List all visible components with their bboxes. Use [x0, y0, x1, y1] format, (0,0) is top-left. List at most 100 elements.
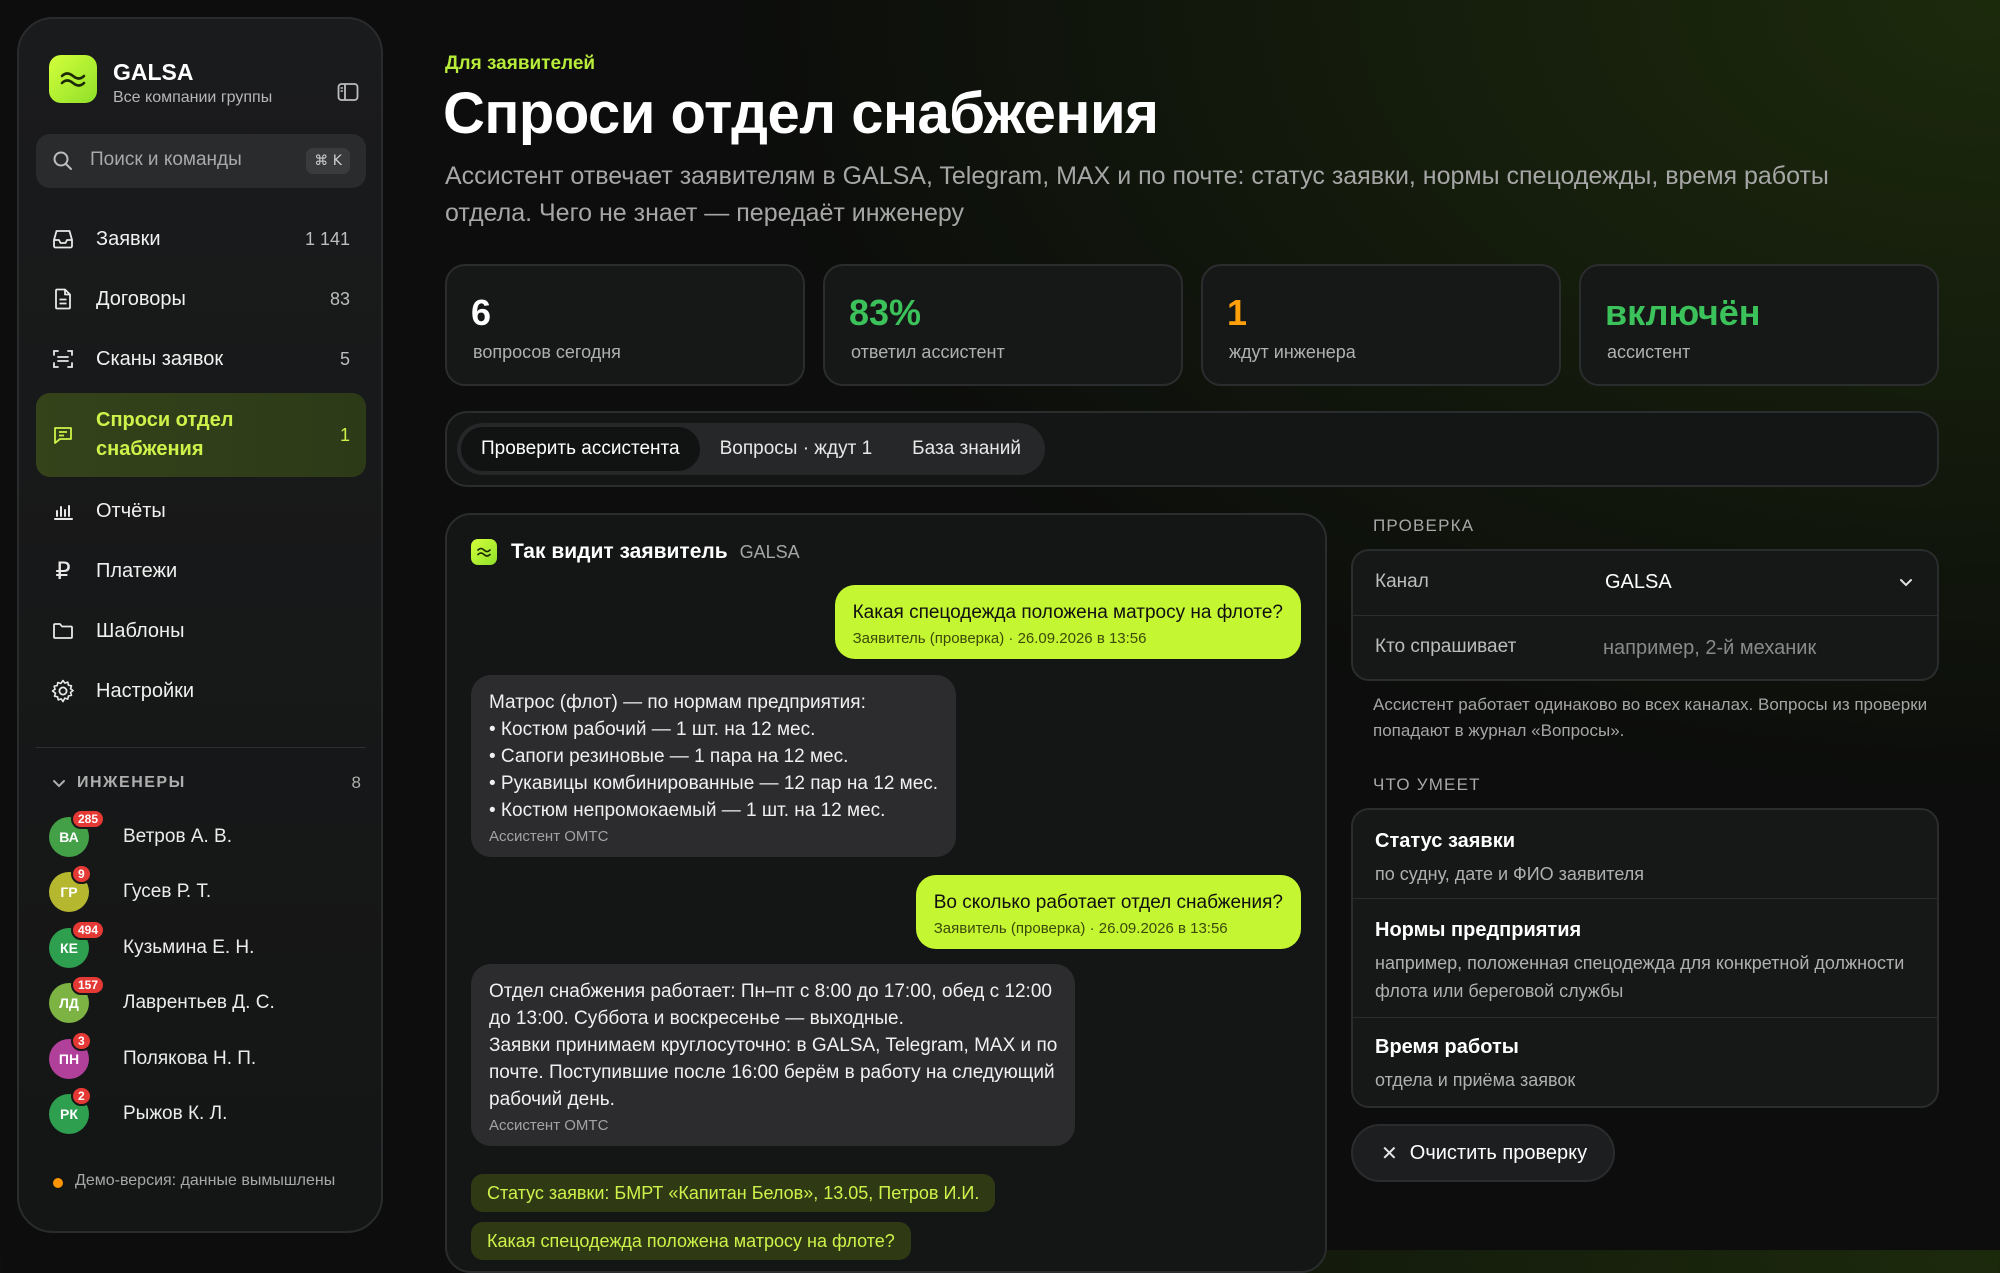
- stat-value: включён: [1605, 292, 1761, 333]
- avatar: ЛД 157: [49, 975, 106, 1024]
- sidebar-item-count: 1 141: [304, 228, 350, 249]
- tab-test-assistant[interactable]: Проверить ассистента: [461, 427, 700, 471]
- engineer-item[interactable]: КЕ 494 Кузьмина Е. Н.: [49, 919, 369, 976]
- engineer-item[interactable]: ПН 3 Полякова Н. П.: [49, 1030, 369, 1087]
- sidebar-item-templates[interactable]: Шаблоны: [36, 601, 366, 661]
- avatar-initials: ПН: [58, 1050, 80, 1067]
- user-message: Какая спецодежда положена матросу на фло…: [834, 585, 1301, 659]
- suggestion-chip[interactable]: Статус заявки: БМРТ «Капитан Белов», 13.…: [471, 1174, 996, 1212]
- skill-description: например, положенная спецодежда для конк…: [1375, 953, 1905, 1001]
- user-message: Во сколько работает отдел снабжения? Зая…: [915, 875, 1301, 949]
- clear-check-button[interactable]: ✕ Очистить проверку: [1351, 1124, 1616, 1182]
- chevron-down-icon: [1897, 573, 1915, 596]
- stat-label: ждут инженера: [1229, 342, 1356, 362]
- stat-label: ответил ассистент: [851, 342, 1005, 362]
- unread-badge: 9: [71, 864, 92, 885]
- sidebar-item-label: Отчёты: [96, 499, 166, 522]
- brand[interactable]: GALSA Все компании группы: [49, 55, 359, 123]
- inbox-icon: [50, 226, 76, 252]
- close-icon: ✕: [1381, 1142, 1398, 1165]
- asker-input[interactable]: [1593, 624, 1923, 672]
- engineer-item[interactable]: ВА 285 Ветров А. В.: [49, 808, 369, 865]
- sidebar-item-label: Настройки: [96, 679, 195, 702]
- message-meta: Ассистент ОМТС: [489, 828, 609, 845]
- message-text: Какая спецодежда положена матросу на фло…: [852, 602, 1283, 623]
- asker-label: Кто спрашивает: [1375, 636, 1517, 657]
- sidebar-item-ask-supply[interactable]: Спроси отдел снабжения 1: [36, 393, 366, 477]
- avatar: ПН 3: [49, 1030, 92, 1079]
- engineers-section-header[interactable]: ИНЖЕНЕРЫ 8: [51, 771, 369, 795]
- sidebar-item-count: 83: [329, 288, 350, 309]
- tabs-bar: Проверить ассистента Вопросы · ждут 1 Ба…: [445, 411, 1939, 487]
- galsa-logo-icon: [471, 539, 497, 565]
- stat-value: 6: [471, 292, 492, 333]
- message-meta: Ассистент ОМТС: [489, 1117, 609, 1134]
- message-meta: Заявитель (проверка) · 26.09.2026 в 13:5…: [852, 630, 1147, 647]
- check-note: Ассистент работает одинаково во всех кан…: [1373, 695, 1928, 740]
- engineers-list: ВА 285 Ветров А. В. ГР 9 Гусев Р. Т. КЕ 494…: [49, 808, 369, 1143]
- sidebar-item-settings[interactable]: Настройки: [36, 661, 366, 721]
- search-icon: [52, 150, 74, 177]
- chat-channel: GALSA: [739, 541, 800, 562]
- unread-badge: 3: [71, 1030, 92, 1051]
- sidebar-item-requests[interactable]: Заявки 1 141: [36, 209, 366, 269]
- sidebar-item-contracts[interactable]: Договоры 83: [36, 269, 366, 329]
- sidebar-item-count: 1: [339, 424, 350, 445]
- skill-description: по судну, дате и ФИО заявителя: [1375, 864, 1644, 884]
- galsa-logo-icon: [49, 55, 97, 103]
- suggestion-chip[interactable]: Какая спецодежда положена матросу на фло…: [471, 1222, 911, 1260]
- engineer-item[interactable]: ГР 9 Гусев Р. Т.: [49, 864, 369, 921]
- scan-icon: [50, 346, 76, 372]
- sidebar-item-label: Договоры: [96, 287, 186, 310]
- unread-badge: 494: [71, 919, 106, 940]
- tab-questions[interactable]: Вопросы · ждут 1: [700, 427, 893, 471]
- stat-card-answered: 83% ответил ассистент: [823, 264, 1183, 386]
- avatar-initials: КЕ: [60, 939, 78, 956]
- document-icon: [50, 286, 76, 312]
- skill-title: Статус заявки: [1375, 830, 1516, 852]
- gear-icon: [50, 678, 76, 704]
- skill-title: Время работы: [1375, 1036, 1519, 1058]
- page-subtitle: Ассистент отвечает заявителям в GALSA, T…: [445, 162, 1829, 227]
- folder-icon: [50, 618, 76, 644]
- sidebar-item-scans[interactable]: Сканы заявок 5: [36, 329, 366, 389]
- sidebar-item-label: Платежи: [96, 559, 178, 582]
- sidebar-item-label: Шаблоны: [96, 619, 185, 642]
- message-meta: Заявитель (проверка) · 26.09.2026 в 13:5…: [933, 920, 1228, 937]
- sidebar-divider: [36, 747, 366, 748]
- avatar: КЕ 494: [49, 919, 106, 968]
- message-text: Матрос (флот) — по нормам предприятия: •…: [489, 692, 939, 821]
- channel-select[interactable]: Канал GALSA: [1353, 551, 1937, 615]
- search-shortcut-badge: ⌘ K: [306, 148, 350, 174]
- bar-chart-icon: [50, 498, 76, 524]
- skill-divider: [1353, 1017, 1937, 1018]
- engineer-name: Рыжов К. Л.: [123, 1103, 228, 1125]
- sidebar-item-payments[interactable]: ₽ Платежи: [36, 541, 366, 601]
- demo-note-text: Демо-версия: данные вымышлены: [75, 1172, 336, 1189]
- sidebar-item-label: Спроси отдел снабжения: [96, 409, 234, 460]
- engineer-item[interactable]: ЛД 157 Лаврентьев Д. С.: [49, 975, 369, 1032]
- skill-divider: [1353, 898, 1937, 899]
- message-text: Отдел снабжения работает: Пн–пт с 8:00 д…: [489, 981, 1058, 1110]
- engineer-name: Кузьмина Е. Н.: [123, 936, 255, 958]
- stat-card-waiting: 1 ждут инженера: [1201, 264, 1561, 386]
- sidebar: GALSA Все компании группы Поиск и команд…: [17, 17, 383, 1233]
- skills-section-label: ЧТО УМЕЕТ: [1373, 775, 1481, 794]
- assistant-message: Матрос (флот) — по нормам предприятия: •…: [471, 675, 957, 857]
- main-nav: Заявки 1 141 Договоры 83 Сканы заявок 5 …: [36, 209, 366, 721]
- engineer-item[interactable]: РК 2 Рыжов К. Л.: [49, 1086, 369, 1143]
- tabs: Проверить ассистента Вопросы · ждут 1 Ба…: [457, 423, 1046, 475]
- sidebar-toggle-icon[interactable]: [335, 79, 361, 105]
- check-form: Канал GALSA Кто спрашивает: [1351, 549, 1939, 681]
- search-input[interactable]: Поиск и команды ⌘ K: [36, 134, 366, 188]
- stat-label: ассистент: [1607, 342, 1691, 362]
- brand-subtitle: Все компании группы: [113, 89, 273, 106]
- avatar: РК 2: [49, 1086, 92, 1135]
- stat-card-questions: 6 вопросов сегодня: [445, 264, 805, 386]
- demo-note: Демо-версия: данные вымышлены: [53, 1169, 353, 1193]
- avatar-initials: ГР: [60, 884, 78, 901]
- tab-knowledge-base[interactable]: База знаний: [892, 427, 1041, 471]
- sidebar-item-label: Сканы заявок: [96, 347, 224, 370]
- skill-title: Нормы предприятия: [1375, 919, 1582, 941]
- sidebar-item-reports[interactable]: Отчёты: [36, 481, 366, 541]
